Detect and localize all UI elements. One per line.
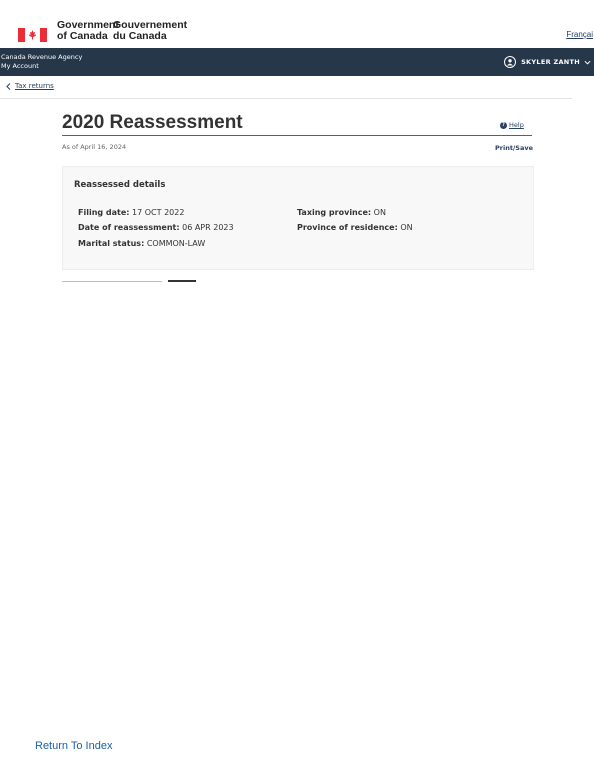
help-link[interactable]: ? Help: [500, 121, 524, 129]
return-to-index-link[interactable]: Return To Index: [35, 740, 112, 752]
province-of-residence-value: ON: [400, 223, 413, 232]
app-banner: Canada Revenue Agency My Account SKYLER …: [0, 48, 594, 76]
canada-flag-icon: [18, 28, 47, 42]
filing-date-value: 17 OCT 2022: [132, 208, 185, 217]
as-of-date: As of April 16, 2024: [62, 143, 127, 151]
user-circle-icon: [504, 56, 517, 68]
taxing-province-value: ON: [373, 208, 386, 217]
wordmark-en-line2: of Canada: [57, 30, 108, 42]
title-underline: [62, 135, 532, 136]
reassessment-date-label: Date of reassessment:: [78, 223, 180, 232]
tab-underline: [62, 281, 162, 282]
wordmark-french: Gouvernement du Canada: [113, 20, 187, 42]
wordmark-fr-line2: du Canada: [113, 30, 167, 42]
marital-status-label: Marital status:: [78, 239, 145, 248]
filing-date-label: Filing date:: [78, 208, 130, 217]
card-heading: Reassessed details: [74, 180, 166, 190]
wordmark-english: Government of Canada: [57, 20, 119, 42]
language-toggle-link[interactable]: Françai: [566, 30, 593, 39]
marital-status-field: Marital status: COMMON-LAW: [78, 239, 205, 248]
breadcrumb-divider: [0, 98, 572, 99]
reassessment-date-value: 06 APR 2023: [182, 223, 234, 232]
chevron-left-icon: [6, 82, 11, 90]
help-label: Help: [509, 121, 524, 129]
chevron-down-icon: [584, 60, 591, 65]
marital-status-value: COMMON-LAW: [146, 239, 206, 248]
reassessment-date-field: Date of reassessment: 06 APR 2023: [78, 223, 234, 232]
government-header: Government of Canada Gouvernement du Can…: [0, 0, 594, 48]
province-of-residence-label: Province of residence:: [297, 223, 398, 232]
taxing-province-label: Taxing province:: [297, 208, 372, 217]
app-title: Canada Revenue Agency My Account: [1, 53, 82, 71]
agency-name: Canada Revenue Agency: [1, 53, 83, 61]
user-menu-button[interactable]: SKYLER ZANTH: [504, 56, 591, 68]
reassessed-details-card: Reassessed details Filing date: 17 OCT 2…: [62, 166, 534, 270]
print-save-link[interactable]: Print/Save: [495, 144, 533, 152]
filing-date-field: Filing date: 17 OCT 2022: [78, 208, 184, 217]
breadcrumb[interactable]: Tax returns: [6, 82, 54, 90]
taxing-province-field: Taxing province: ON: [297, 208, 386, 217]
tab-active-indicator: [168, 280, 196, 282]
question-circle-icon: ?: [500, 121, 507, 129]
page-title: 2020 Reassessment: [62, 112, 243, 133]
breadcrumb-tax-returns-link[interactable]: Tax returns: [15, 82, 54, 90]
section-name: My Account: [1, 62, 39, 70]
user-name: SKYLER ZANTH: [521, 58, 580, 66]
province-of-residence-field: Province of residence: ON: [297, 223, 413, 232]
